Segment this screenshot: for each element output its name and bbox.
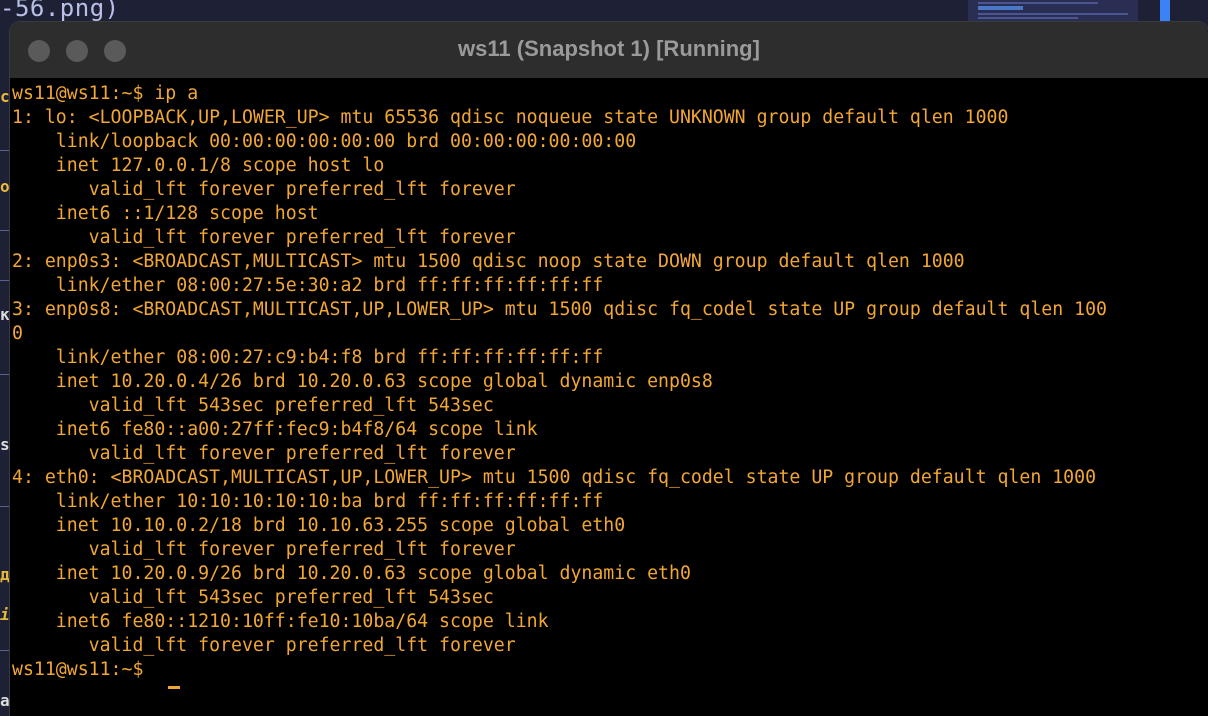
margin-glyph: к bbox=[0, 305, 10, 324]
terminal-line: inet 10.20.0.4/26 brd 10.20.0.63 scope g… bbox=[12, 371, 713, 392]
terminal-line: 1: lo: <LOOPBACK,UP,LOWER_UP> mtu 65536 … bbox=[12, 107, 1009, 128]
margin-glyph: i bbox=[0, 605, 10, 624]
margin-glyph: s bbox=[0, 435, 10, 454]
terminal-line: valid_lft forever preferred_lft forever bbox=[12, 227, 516, 248]
minimap-line bbox=[978, 17, 1078, 19]
terminal-line: 2: enp0s3: <BROADCAST,MULTICAST> mtu 150… bbox=[12, 251, 965, 272]
terminal-line: link/ether 08:00:27:5e:30:a2 brd ff:ff:f… bbox=[12, 275, 604, 296]
vm-window[interactable]: ws11 (Snapshot 1) [Running] ws11@ws11:~$… bbox=[10, 22, 1208, 716]
margin-divider bbox=[0, 280, 10, 281]
margin-glyph: c bbox=[0, 87, 10, 106]
margin-glyph: a bbox=[0, 691, 10, 710]
window-title: ws11 (Snapshot 1) [Running] bbox=[458, 36, 760, 61]
terminal-line: inet6 fe80::1210:10ff:fe10:10ba/64 scope… bbox=[12, 611, 549, 632]
terminal-line: inet 10.10.0.2/18 brd 10.10.63.255 scope… bbox=[12, 515, 626, 536]
margin-glyph: д bbox=[0, 565, 10, 584]
terminal-cursor bbox=[168, 686, 180, 689]
terminal-console[interactable]: ws11@ws11:~$ ip a 1: lo: <LOOPBACK,UP,LOW… bbox=[10, 78, 1208, 716]
margin-divider bbox=[0, 374, 10, 375]
editor-scrollbar[interactable] bbox=[1160, 0, 1170, 22]
terminal-line: inet 127.0.0.1/8 scope host lo bbox=[12, 155, 385, 176]
terminal-line: valid_lft forever preferred_lft forever bbox=[12, 179, 516, 200]
terminal-line: inet6 fe80::a00:27ff:fec9:b4f8/64 scope … bbox=[12, 419, 538, 440]
editor-minimap[interactable] bbox=[968, 0, 1138, 22]
window-titlebar[interactable]: ws11 (Snapshot 1) [Running] bbox=[10, 22, 1208, 78]
terminal-line: link/loopback 00:00:00:00:00:00 brd 00:0… bbox=[12, 131, 637, 152]
terminal-line: valid_lft forever preferred_lft forever bbox=[12, 443, 516, 464]
terminal-line: valid_lft forever preferred_lft forever bbox=[12, 635, 516, 656]
terminal-line: 4: eth0: <BROADCAST,MULTICAST,UP,LOWER_U… bbox=[12, 467, 1097, 488]
terminal-line: valid_lft 543sec preferred_lft 543sec bbox=[12, 395, 494, 416]
terminal-output: ws11@ws11:~$ ip a 1: lo: <LOOPBACK,UP,LOW… bbox=[12, 82, 1107, 682]
minimap-line bbox=[978, 13, 1128, 15]
terminal-line: inet6 ::1/128 scope host bbox=[12, 203, 319, 224]
margin-divider bbox=[0, 650, 10, 651]
terminal-line: ws11@ws11:~$ bbox=[12, 659, 155, 680]
terminal-line: inet 10.20.0.9/26 brd 10.20.0.63 scope g… bbox=[12, 563, 691, 584]
margin-divider bbox=[0, 150, 10, 151]
terminal-line: link/ether 08:00:27:c9:b4:f8 brd ff:ff:f… bbox=[12, 347, 604, 368]
terminal-line: ws11@ws11:~$ ip a bbox=[12, 83, 199, 104]
minimap-line bbox=[978, 2, 1098, 4]
background-filename-text: -56.png) bbox=[0, 0, 120, 22]
margin-divider bbox=[0, 506, 10, 507]
terminal-line: valid_lft 543sec preferred_lft 543sec bbox=[12, 587, 494, 608]
margin-divider bbox=[0, 230, 10, 231]
minimap-selection bbox=[978, 6, 1023, 10]
terminal-line: link/ether 10:10:10:10:10:ba brd ff:ff:f… bbox=[12, 491, 604, 512]
terminal-line: 3: enp0s8: <BROADCAST,MULTICAST,UP,LOWER… bbox=[12, 299, 1107, 320]
terminal-line: valid_lft forever preferred_lft forever bbox=[12, 539, 516, 560]
terminal-line: 0 bbox=[12, 323, 23, 344]
margin-glyph: o bbox=[0, 177, 10, 196]
